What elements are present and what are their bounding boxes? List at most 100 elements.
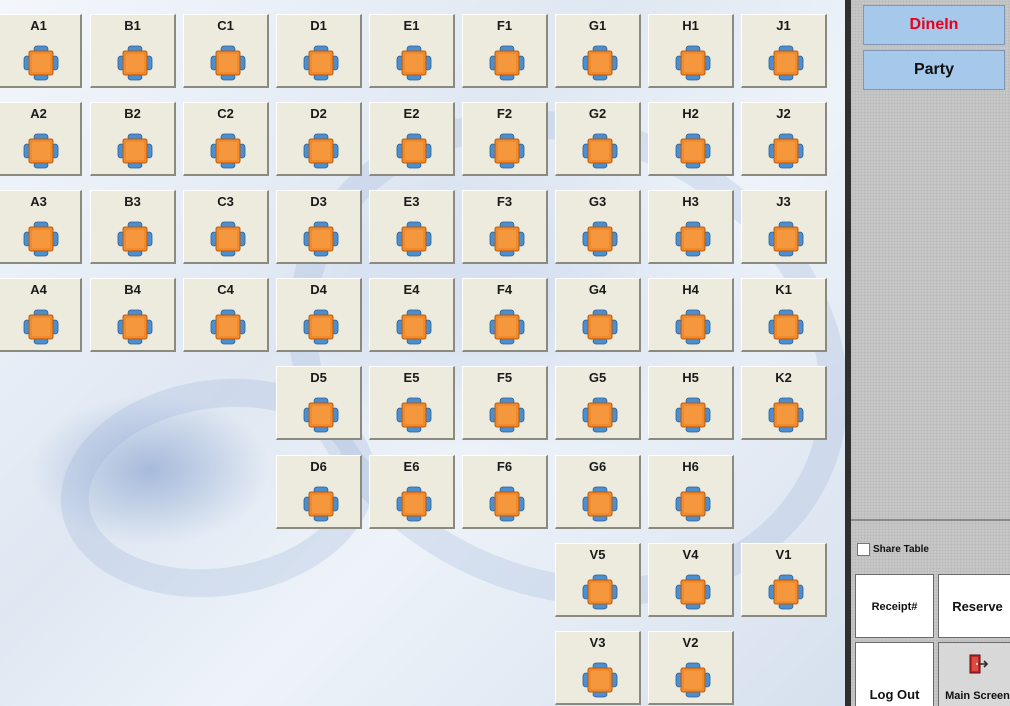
table-v2[interactable]: V2: [648, 631, 734, 705]
table-c3[interactable]: C3: [183, 190, 269, 264]
table-e4[interactable]: E4: [369, 278, 455, 352]
table-f2[interactable]: F2: [462, 102, 548, 176]
table-b4[interactable]: B4: [90, 278, 176, 352]
table-floor-plan: A1 B1 C1 D1 E1 F1 G1 H1 J1 A2 B2 C2 D2 E2 F2 G2 H2 J2 A3 B3…: [0, 0, 845, 706]
table-with-chairs-icon: [396, 486, 432, 522]
table-k2[interactable]: K2: [741, 366, 827, 440]
table-with-chairs-icon: [675, 662, 711, 698]
table-f5[interactable]: F5: [462, 366, 548, 440]
reserve-button[interactable]: Reserve: [938, 574, 1010, 638]
table-a1[interactable]: A1: [0, 14, 82, 88]
table-g5[interactable]: G5: [555, 366, 641, 440]
table-label: F3: [496, 194, 513, 209]
table-g3[interactable]: G3: [555, 190, 641, 264]
table-h3[interactable]: H3: [648, 190, 734, 264]
table-e1[interactable]: E1: [369, 14, 455, 88]
table-with-chairs-icon: [675, 309, 711, 345]
table-v5[interactable]: V5: [555, 543, 641, 617]
table-d3[interactable]: D3: [276, 190, 362, 264]
table-label: E3: [403, 194, 420, 209]
table-with-chairs-icon: [117, 309, 153, 345]
table-g1[interactable]: G1: [555, 14, 641, 88]
table-label: D2: [310, 106, 327, 121]
table-label: E2: [403, 106, 420, 121]
table-f6[interactable]: F6: [462, 455, 548, 529]
table-label: G1: [588, 18, 607, 33]
table-d1[interactable]: D1: [276, 14, 362, 88]
table-with-chairs-icon: [303, 309, 339, 345]
table-a2[interactable]: A2: [0, 102, 82, 176]
table-c2[interactable]: C2: [183, 102, 269, 176]
table-with-chairs-icon: [489, 397, 525, 433]
table-label: G5: [588, 370, 607, 385]
table-label: D5: [310, 370, 327, 385]
table-with-chairs-icon: [396, 309, 432, 345]
table-k1[interactable]: K1: [741, 278, 827, 352]
table-a4[interactable]: A4: [0, 278, 82, 352]
logout-button[interactable]: Log Out: [855, 642, 934, 706]
main-screen-button[interactable]: Main Screen: [938, 642, 1010, 706]
table-with-chairs-icon: [582, 662, 618, 698]
table-label: D1: [310, 18, 327, 33]
table-g6[interactable]: G6: [555, 455, 641, 529]
table-label: H3: [682, 194, 699, 209]
table-h5[interactable]: H5: [648, 366, 734, 440]
table-with-chairs-icon: [489, 45, 525, 81]
table-f1[interactable]: F1: [462, 14, 548, 88]
table-with-chairs-icon: [489, 486, 525, 522]
table-label: A3: [30, 194, 47, 209]
table-with-chairs-icon: [582, 574, 618, 610]
table-label: F2: [496, 106, 513, 121]
table-e5[interactable]: E5: [369, 366, 455, 440]
table-c1[interactable]: C1: [183, 14, 269, 88]
table-e3[interactable]: E3: [369, 190, 455, 264]
table-f4[interactable]: F4: [462, 278, 548, 352]
table-with-chairs-icon: [582, 45, 618, 81]
table-g4[interactable]: G4: [555, 278, 641, 352]
table-d5[interactable]: D5: [276, 366, 362, 440]
table-with-chairs-icon: [582, 221, 618, 257]
table-d2[interactable]: D2: [276, 102, 362, 176]
table-label: B4: [124, 282, 141, 297]
table-v1[interactable]: V1: [741, 543, 827, 617]
dinein-button[interactable]: DineIn: [863, 5, 1005, 45]
share-table-checkbox[interactable]: [857, 543, 870, 556]
receipt-button[interactable]: Receipt#: [855, 574, 934, 638]
table-label: K1: [775, 282, 792, 297]
table-e6[interactable]: E6: [369, 455, 455, 529]
table-a3[interactable]: A3: [0, 190, 82, 264]
table-e2[interactable]: E2: [369, 102, 455, 176]
table-with-chairs-icon: [582, 397, 618, 433]
table-with-chairs-icon: [210, 45, 246, 81]
table-b3[interactable]: B3: [90, 190, 176, 264]
table-with-chairs-icon: [489, 309, 525, 345]
table-j3[interactable]: J3: [741, 190, 827, 264]
table-b1[interactable]: B1: [90, 14, 176, 88]
table-d4[interactable]: D4: [276, 278, 362, 352]
table-j1[interactable]: J1: [741, 14, 827, 88]
table-h1[interactable]: H1: [648, 14, 734, 88]
table-label: E6: [403, 459, 420, 474]
table-label: G6: [588, 459, 607, 474]
table-with-chairs-icon: [489, 221, 525, 257]
table-g2[interactable]: G2: [555, 102, 641, 176]
table-v3[interactable]: V3: [555, 631, 641, 705]
table-f3[interactable]: F3: [462, 190, 548, 264]
table-with-chairs-icon: [303, 45, 339, 81]
table-h2[interactable]: H2: [648, 102, 734, 176]
table-c4[interactable]: C4: [183, 278, 269, 352]
table-h6[interactable]: H6: [648, 455, 734, 529]
table-v4[interactable]: V4: [648, 543, 734, 617]
table-with-chairs-icon: [23, 309, 59, 345]
table-h4[interactable]: H4: [648, 278, 734, 352]
table-with-chairs-icon: [582, 486, 618, 522]
table-with-chairs-icon: [210, 221, 246, 257]
table-d6[interactable]: D6: [276, 455, 362, 529]
table-b2[interactable]: B2: [90, 102, 176, 176]
table-j2[interactable]: J2: [741, 102, 827, 176]
table-label: F5: [496, 370, 513, 385]
table-label: B1: [124, 18, 141, 33]
table-label: F1: [496, 18, 513, 33]
table-with-chairs-icon: [675, 45, 711, 81]
party-button[interactable]: Party: [863, 50, 1005, 90]
